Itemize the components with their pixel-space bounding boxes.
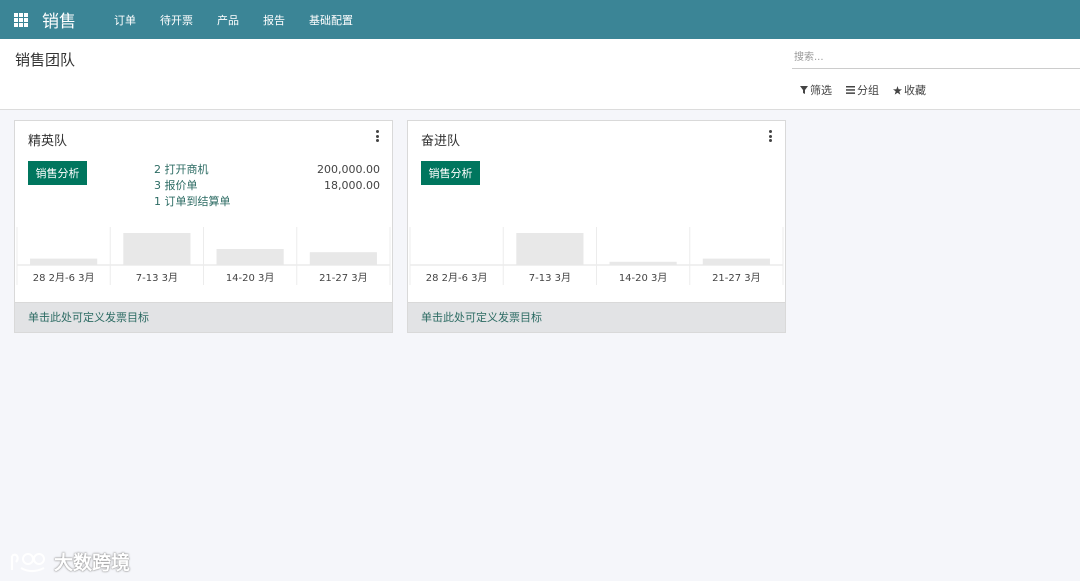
invoice-chart[interactable]: 28 2月-6 3月 7-13 3月 14-20 3月 21-27 3月: [408, 227, 785, 291]
watermark: 大数跨境: [8, 548, 130, 575]
chart-tick-label: 21-27 3月: [712, 272, 761, 284]
watermark-text: 大数跨境: [54, 552, 131, 574]
set-invoice-target-link[interactable]: 单击此处可定义发票目标: [408, 302, 785, 332]
watermark-logo-icon: [10, 552, 45, 572]
stat-value: 18,000.00: [324, 179, 380, 192]
stat-row-open-opportunities: 2 打开商机 200,000.00: [154, 162, 380, 178]
invoice-chart[interactable]: 28 2月-6 3月 7-13 3月 14-20 3月 21-27 3月: [15, 227, 392, 291]
stat-label[interactable]: 2 打开商机: [154, 162, 209, 178]
chart-tick-label: 7-13 3月: [529, 272, 571, 284]
chart-tick-label: 14-20 3月: [226, 272, 275, 284]
chart-bar: [30, 258, 98, 265]
chart-bar: [123, 233, 191, 265]
group-by-button[interactable]: 分组: [846, 82, 879, 98]
filter-button-label: 筛选: [810, 84, 832, 97]
nav-item-orders[interactable]: 订单: [102, 12, 148, 28]
top-navbar: 销售 订单 待开票 产品 报告 基础配置: [0, 0, 1080, 39]
stat-label[interactable]: 1 订单到结算单: [154, 194, 231, 210]
apps-menu-icon[interactable]: [14, 12, 28, 27]
set-invoice-target-link[interactable]: 单击此处可定义发票目标: [15, 302, 392, 332]
chart-tick-label: 14-20 3月: [619, 272, 668, 284]
nav-item-configuration[interactable]: 基础配置: [297, 12, 365, 28]
favorites-button-label: 收藏: [904, 84, 926, 97]
search-options: 筛选 分组 收藏: [800, 82, 926, 98]
chart-bar: [702, 258, 770, 265]
team-card-endeavor[interactable]: 奋进队 销售分析 28 2月-6 3月 7-13 3月 14-20 3月 21-27 …: [407, 120, 786, 333]
list-icon: [846, 86, 855, 94]
chart-tick-label: 28 2月-6 3月: [33, 272, 95, 284]
group-by-button-label: 分组: [857, 84, 879, 97]
star-icon: [893, 85, 902, 95]
chart-tick-label: 7-13 3月: [136, 272, 178, 284]
kebab-menu-icon[interactable]: [769, 130, 773, 142]
team-name[interactable]: 奋进队: [421, 130, 460, 149]
sales-analysis-button[interactable]: 销售分析: [28, 161, 87, 185]
kebab-menu-icon[interactable]: [376, 130, 380, 142]
stat-value: 200,000.00: [317, 163, 380, 176]
search-input[interactable]: [792, 47, 1080, 69]
chart-bar: [216, 249, 284, 265]
chart-bar: [309, 252, 377, 265]
stat-row-quotations: 3 报价单 18,000.00: [154, 178, 380, 194]
chart-bar: [609, 261, 677, 265]
nav-item-to-invoice[interactable]: 待开票: [148, 12, 205, 28]
chart-tick-label: 28 2月-6 3月: [426, 272, 488, 284]
chart-tick-label: 21-27 3月: [319, 272, 368, 284]
sales-analysis-button[interactable]: 销售分析: [421, 161, 480, 185]
team-name[interactable]: 精英队: [28, 130, 67, 149]
funnel-icon: [800, 86, 808, 94]
control-panel: 销售团队 筛选 分组 收藏: [0, 39, 1080, 110]
chart-bar: [516, 233, 584, 265]
app-brand[interactable]: 销售: [42, 7, 76, 32]
nav-item-products[interactable]: 产品: [205, 12, 251, 28]
stat-label[interactable]: 3 报价单: [154, 178, 198, 194]
team-card-elite[interactable]: 精英队 销售分析 2 打开商机 200,000.00 3 报价单 18,000.…: [14, 120, 393, 333]
filter-button[interactable]: 筛选: [800, 82, 832, 98]
page-title: 销售团队: [15, 51, 76, 69]
nav-item-reporting[interactable]: 报告: [251, 12, 297, 28]
stat-row-orders-to-invoice: 1 订单到结算单: [154, 194, 380, 210]
favorites-button[interactable]: 收藏: [893, 82, 926, 98]
team-stats: 2 打开商机 200,000.00 3 报价单 18,000.00 1 订单到结…: [154, 162, 380, 210]
